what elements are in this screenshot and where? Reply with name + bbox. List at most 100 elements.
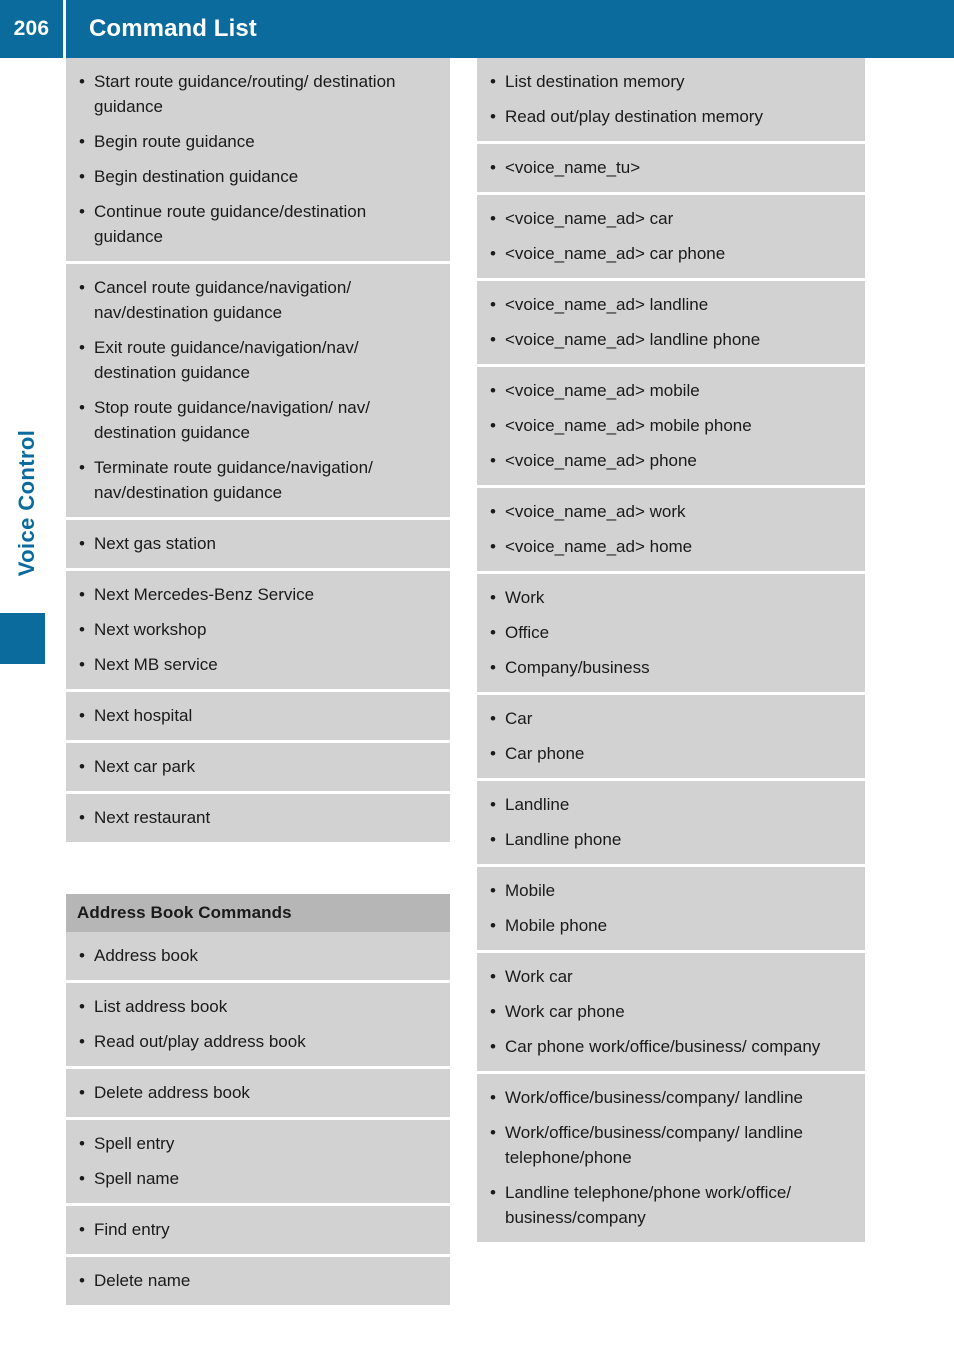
command-item: • Delete name: [77, 1268, 434, 1293]
bullet-icon: •: [490, 623, 496, 642]
command-group: • Start route guidance/routing/ destinati…: [66, 58, 450, 842]
command-item-label: Next Mercedes-Benz Service: [94, 585, 315, 604]
command-item-label: Next gas station: [94, 534, 216, 553]
command-cell: • Start route guidance/routing/ destinati…: [66, 58, 450, 261]
command-item-label: <voice_name_ad> work: [505, 502, 686, 521]
command-item-label: <voice_name_tu>: [505, 158, 641, 177]
command-item: • Car phone work/office/business/ company: [488, 1034, 849, 1059]
command-item-label: Next hospital: [94, 706, 193, 725]
bullet-icon: •: [79, 585, 85, 604]
command-item: • <voice_name_ad> mobile phone: [488, 413, 849, 438]
command-item: • Work: [488, 585, 849, 610]
command-item-label: Delete address book: [94, 1083, 250, 1102]
command-item-label: Landline telephone/phone work/office/ bu…: [505, 1183, 792, 1227]
command-item-label: Spell name: [94, 1169, 180, 1188]
command-item-label: <voice_name_ad> mobile phone: [505, 416, 752, 435]
page-title: Command List: [89, 15, 257, 42]
command-item-label: Office: [505, 623, 550, 642]
command-cell: • <voice_name_ad> mobile • <voice_name_ad> …: [477, 367, 865, 485]
command-item-label: <voice_name_ad> landline: [505, 295, 709, 314]
bullet-icon: •: [490, 244, 496, 263]
command-item: • <voice_name_ad> landline phone: [488, 327, 849, 352]
command-item-label: Next MB service: [94, 655, 218, 674]
bullet-icon: •: [79, 1271, 85, 1290]
command-item-label: Landline phone: [505, 830, 622, 849]
command-item-label: Company/business: [505, 658, 650, 677]
page-header: 206 Command List: [0, 0, 954, 58]
bullet-icon: •: [490, 502, 496, 521]
command-group: • List destination memory • Read out/play d…: [477, 58, 865, 1242]
command-item-label: Car phone: [505, 744, 585, 763]
command-item-label: Begin destination guidance: [94, 167, 299, 186]
bullet-icon: •: [490, 295, 496, 314]
command-item: • Read out/play address book: [77, 1029, 434, 1054]
bullet-icon: •: [79, 1220, 85, 1239]
command-item: • Find entry: [77, 1217, 434, 1242]
command-item: • Work/office/business/company/ landline …: [488, 1120, 849, 1170]
command-item: • Office: [488, 620, 849, 645]
command-item: • Continue route guidance/destination gui…: [77, 199, 434, 249]
command-item-label: <voice_name_ad> car: [505, 209, 674, 228]
command-cell: • Work • Office • Company/business: [477, 574, 865, 692]
command-item: • <voice_name_ad> work: [488, 499, 849, 524]
command-item: • Company/business: [488, 655, 849, 680]
command-item: • List destination memory: [488, 69, 849, 94]
command-item: • Spell entry: [77, 1131, 434, 1156]
bullet-icon: •: [490, 72, 496, 91]
command-item-label: Next workshop: [94, 620, 207, 639]
bullet-icon: •: [79, 398, 85, 417]
command-cell: • <voice_name_tu>: [477, 144, 865, 192]
command-item-label: Begin route guidance: [94, 132, 255, 151]
command-cell: • Delete name: [66, 1257, 450, 1305]
bullet-icon: •: [490, 1123, 496, 1142]
command-item-label: Mobile phone: [505, 916, 608, 935]
command-item: • Work car: [488, 964, 849, 989]
bullet-icon: •: [79, 1083, 85, 1102]
command-item-label: Landline: [505, 795, 570, 814]
bullet-icon: •: [490, 658, 496, 677]
command-item: • <voice_name_tu>: [488, 155, 849, 180]
command-item: • List address book: [77, 994, 434, 1019]
command-item-label: Next car park: [94, 757, 196, 776]
command-item: • Next restaurant: [77, 805, 434, 830]
bullet-icon: •: [79, 808, 85, 827]
bullet-icon: •: [490, 916, 496, 935]
bullet-icon: •: [490, 209, 496, 228]
command-item-label: Car phone work/office/business/ company: [505, 1037, 821, 1056]
command-item: • Next hospital: [77, 703, 434, 728]
command-cell: • Landline • Landline phone: [477, 781, 865, 864]
command-cell: • Spell entry • Spell name: [66, 1120, 450, 1203]
command-cell: • Work/office/business/company/ landline •…: [477, 1074, 865, 1242]
command-cell: • <voice_name_ad> work • <voice_name_ad> ho…: [477, 488, 865, 571]
command-cell: • Cancel route guidance/navigation/ nav/d…: [66, 264, 450, 517]
command-item: • Mobile phone: [488, 913, 849, 938]
bullet-icon: •: [490, 416, 496, 435]
command-item-label: Mobile: [505, 881, 556, 900]
command-item-label: Address book: [94, 946, 198, 965]
bullet-icon: •: [79, 1169, 85, 1188]
command-item: • Next car park: [77, 754, 434, 779]
command-item-label: Read out/play destination memory: [505, 107, 763, 126]
column-left: • Start route guidance/routing/ destinati…: [66, 58, 450, 1305]
command-item: • Mobile: [488, 878, 849, 903]
command-item-label: Work car: [505, 967, 573, 986]
command-item-label: Find entry: [94, 1220, 170, 1239]
bullet-icon: •: [490, 830, 496, 849]
bullet-icon: •: [490, 588, 496, 607]
bullet-icon: •: [79, 1134, 85, 1153]
command-item: • Work/office/business/company/ landline: [488, 1085, 849, 1110]
command-item-label: <voice_name_ad> phone: [505, 451, 697, 470]
command-cell: • Work car • Work car phone • Car phone work/…: [477, 953, 865, 1071]
command-item-label: Work car phone: [505, 1002, 625, 1021]
command-group: Address Book Commands • Address book • List …: [66, 894, 450, 1305]
command-item-label: List address book: [94, 997, 228, 1016]
bullet-icon: •: [490, 967, 496, 986]
command-item-label: Exit route guidance/navigation/nav/ dest…: [94, 338, 359, 382]
command-item: • Terminate route guidance/navigation/ na…: [77, 455, 434, 505]
bullet-icon: •: [79, 997, 85, 1016]
bullet-icon: •: [490, 744, 496, 763]
command-item: • <voice_name_ad> landline: [488, 292, 849, 317]
bullet-icon: •: [79, 620, 85, 639]
command-cell: • Address book: [66, 932, 450, 980]
command-cell: • List address book • Read out/play address…: [66, 983, 450, 1066]
